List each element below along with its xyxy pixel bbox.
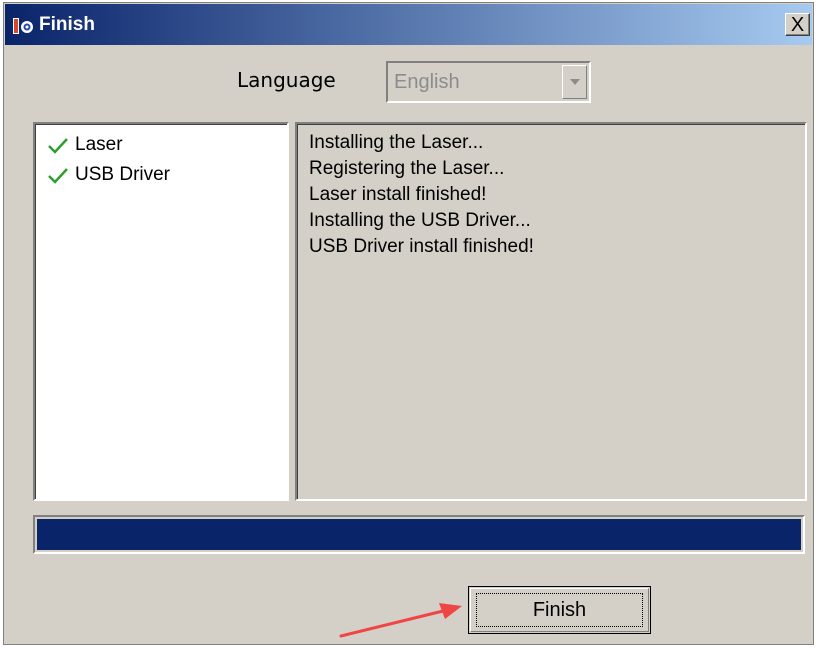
installer-app-icon [13, 18, 33, 34]
close-icon: X [790, 13, 805, 36]
log-lines: Installing the Laser... Registering the … [309, 130, 534, 260]
log-line: Installing the USB Driver... [309, 210, 531, 231]
finish-button-label: Finish [532, 598, 587, 621]
check-icon [48, 138, 68, 154]
list-item-label: Laser [75, 134, 123, 155]
log-line: Laser install finished! [309, 184, 487, 205]
language-dropdown-button[interactable] [562, 65, 587, 99]
title-bar[interactable]: Finish X [5, 4, 812, 45]
close-button[interactable]: X [785, 13, 810, 36]
finish-button[interactable]: Finish [468, 586, 651, 634]
log-line: Installing the Laser... [309, 132, 484, 153]
log-line: USB Driver install finished! [309, 236, 534, 257]
check-icon [48, 168, 68, 184]
window-title: Finish [39, 14, 95, 35]
chevron-down-icon [569, 79, 580, 85]
installer-dialog: Finish X Language English Laser USB Driv… [3, 2, 814, 645]
install-log[interactable]: Installing the Laser... Registering the … [295, 122, 807, 501]
language-label: Language [237, 68, 336, 92]
progress-fill [37, 519, 801, 550]
list-item-laser[interactable]: Laser [47, 132, 123, 158]
language-selected-value: English [394, 71, 460, 93]
log-line: Registering the Laser... [309, 158, 505, 179]
progress-bar [33, 515, 805, 554]
language-select[interactable]: English [386, 61, 591, 103]
red-arrow-annotation [339, 603, 462, 638]
components-list[interactable]: Laser USB Driver [33, 122, 289, 501]
list-item-usb-driver[interactable]: USB Driver [47, 162, 170, 188]
list-item-label: USB Driver [75, 164, 171, 185]
finish-button-focus: Finish [476, 593, 643, 627]
